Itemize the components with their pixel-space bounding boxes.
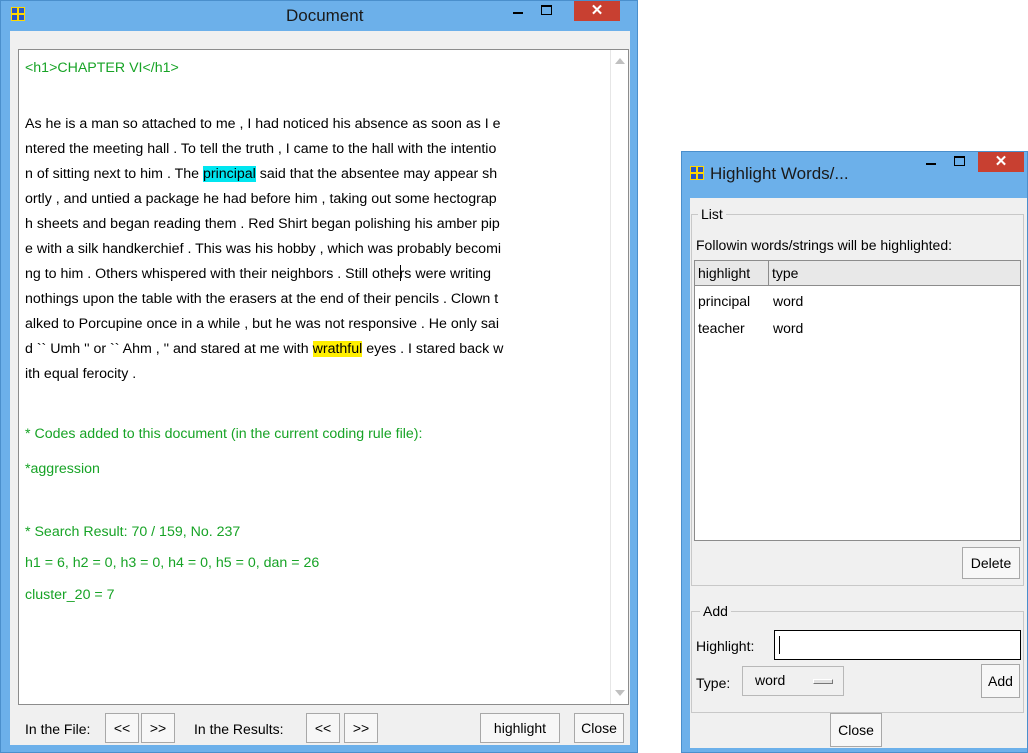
app-icon: [690, 166, 704, 180]
document-line: * Search Result: 70 / 159, No. 237: [25, 522, 240, 542]
text-segment: ith equal ferocity .: [25, 366, 137, 382]
document-line: ith equal ferocity .: [25, 364, 136, 384]
window-title: Document: [286, 6, 364, 25]
text-segment: said that the absentee may appear sh: [255, 166, 498, 182]
highlight-field-label: Highlight:: [696, 638, 755, 654]
type-field-label: Type:: [696, 675, 731, 691]
text-segment: eyes . I stared back w: [362, 341, 504, 357]
file-next-button[interactable]: >>: [141, 713, 175, 743]
text-segment: nothings upon the table with the erasers…: [25, 291, 499, 307]
document-line: As he is a man so attached to me , I had…: [25, 114, 501, 134]
text-segment: ng to him . Others whispered with their …: [25, 266, 400, 282]
list-caption: Followin words/strings will be highlight…: [696, 237, 953, 253]
app-icon: [11, 7, 25, 21]
file-prev-button[interactable]: <<: [105, 713, 139, 743]
row-highlight: principal: [698, 293, 751, 309]
document-line: *aggression: [25, 459, 100, 479]
text-segment: * Codes added to this document (in the c…: [25, 426, 423, 442]
type-select[interactable]: word: [742, 666, 844, 696]
table-header: highlight type: [695, 261, 1020, 286]
highlighted-word: wrathful: [312, 341, 363, 357]
highlight-titlebar[interactable]: Highlight Words/... ✕: [682, 152, 1027, 183]
document-line: <h1>CHAPTER VI</h1>: [25, 58, 179, 78]
text-segment: alked to Porcupine once in a while , but…: [25, 316, 499, 332]
text-segment: rs were writing: [399, 266, 492, 282]
text-segment: As he is a man so attached to me , I had…: [25, 116, 501, 132]
row-highlight: teacher: [698, 320, 745, 336]
in-file-label: In the File:: [25, 721, 91, 737]
document-line: ortly , and untied a package he had befo…: [25, 189, 497, 209]
dropdown-indicator-icon: [813, 679, 833, 684]
document-line: h1 = 6, h2 = 0, h3 = 0, h4 = 0, h5 = 0, …: [25, 553, 319, 573]
column-header-type[interactable]: type: [769, 261, 1021, 285]
text-segment: cluster_20 = 7: [25, 587, 115, 603]
document-line: ng to him . Others whispered with their …: [25, 264, 491, 284]
text-segment: ntered the meeting hall . To tell the tr…: [25, 141, 497, 157]
maximize-icon[interactable]: [947, 152, 973, 172]
text-segment: e with a silk handkerchief . This was hi…: [25, 241, 502, 257]
row-type: word: [773, 320, 804, 336]
results-next-button[interactable]: >>: [344, 713, 378, 743]
minimize-icon[interactable]: [917, 152, 945, 172]
add-button[interactable]: Add: [981, 664, 1020, 698]
text-segment: n of sitting next to him . The: [25, 166, 203, 182]
document-window: Document ✕ <h1>CHAPTER VI</h1> As he is …: [0, 0, 638, 753]
maximize-icon[interactable]: [534, 1, 560, 21]
column-header-highlight[interactable]: highlight: [695, 261, 769, 285]
text-segment: ortly , and untied a package he had befo…: [25, 191, 497, 207]
text-segment: *aggression: [25, 461, 100, 477]
close-button[interactable]: Close: [574, 713, 624, 743]
results-prev-button[interactable]: <<: [306, 713, 340, 743]
document-titlebar[interactable]: Document ✕: [1, 1, 637, 31]
text-segment: d `` Umh '' or `` Ahm , '' and stared at…: [25, 341, 313, 357]
close-button[interactable]: Close: [830, 713, 882, 747]
text-segment: h1 = 6, h2 = 0, h3 = 0, h4 = 0, h5 = 0, …: [25, 555, 320, 571]
close-icon[interactable]: ✕: [978, 152, 1024, 172]
add-group-title: Add: [700, 602, 731, 620]
type-select-value: word: [755, 672, 786, 688]
document-line: nothings upon the table with the erasers…: [25, 289, 498, 309]
list-group-title: List: [698, 205, 726, 223]
delete-button[interactable]: Delete: [962, 547, 1020, 579]
document-line: ntered the meeting hall . To tell the tr…: [25, 139, 496, 159]
vertical-scrollbar[interactable]: [610, 50, 628, 704]
highlight-table[interactable]: highlight type principal word teacher wo…: [694, 260, 1021, 541]
scroll-down-icon[interactable]: [615, 690, 625, 696]
scroll-up-icon[interactable]: [615, 58, 625, 64]
add-group: [691, 611, 1024, 713]
row-type: word: [773, 293, 804, 309]
document-text-area[interactable]: <h1>CHAPTER VI</h1> As he is a man so at…: [18, 49, 629, 705]
window-title: Highlight Words/...: [710, 164, 849, 183]
highlight-button[interactable]: highlight: [480, 713, 560, 743]
document-line: cluster_20 = 7: [25, 585, 115, 605]
close-icon[interactable]: ✕: [574, 1, 620, 21]
highlight-input[interactable]: [774, 630, 1021, 660]
document-line: * Codes added to this document (in the c…: [25, 424, 422, 444]
minimize-icon[interactable]: [504, 1, 532, 21]
text-segment: h sheets and began reading them . Red Sh…: [25, 216, 500, 232]
text-cursor: [779, 636, 780, 654]
highlighted-word: principal: [202, 166, 256, 182]
document-line: alked to Porcupine once in a while , but…: [25, 314, 499, 334]
document-line: d `` Umh '' or `` Ahm , '' and stared at…: [25, 339, 503, 359]
highlight-words-window: Highlight Words/... ✕ List Followin word…: [681, 151, 1028, 753]
in-results-label: In the Results:: [194, 721, 284, 737]
document-line: n of sitting next to him . The principal…: [25, 164, 497, 184]
document-line: h sheets and began reading them . Red Sh…: [25, 214, 500, 234]
text-segment: * Search Result: 70 / 159, No. 237: [25, 524, 241, 540]
text-segment: <h1>CHAPTER VI</h1>: [25, 60, 179, 76]
document-line: e with a silk handkerchief . This was hi…: [25, 239, 501, 259]
